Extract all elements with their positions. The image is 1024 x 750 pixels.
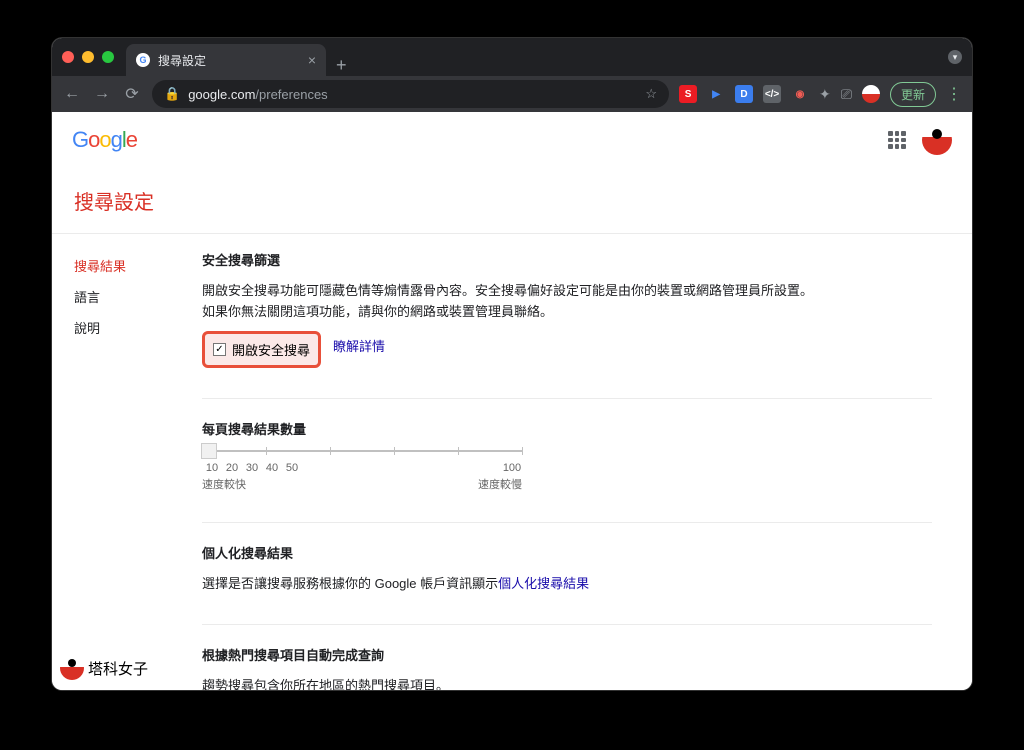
content-area: 搜尋結果 語言 說明 安全搜尋篩選 開啟安全搜尋功能可隱藏色情等煽情露骨內容。安… bbox=[52, 234, 972, 690]
google-header: Google bbox=[52, 112, 972, 168]
tab-bar: G 搜尋設定 × + ▾ bbox=[52, 38, 972, 76]
results-per-page-heading: 每頁搜尋結果數量 bbox=[202, 419, 932, 438]
address-bar: ← → ⟳ 🔒 google.com/preferences ☆ S ▶ D <… bbox=[52, 76, 972, 112]
safesearch-learn-more-link[interactable]: 瞭解詳情 bbox=[333, 336, 385, 355]
sidebar-item-help[interactable]: 說明 bbox=[74, 312, 202, 343]
star-icon[interactable]: ☆ bbox=[645, 86, 657, 102]
ext-icon-s[interactable]: S bbox=[679, 85, 697, 103]
new-tab-button[interactable]: + bbox=[336, 55, 347, 76]
personal-heading: 個人化搜尋結果 bbox=[202, 543, 932, 562]
safesearch-desc2: 如果你無法關閉這項功能，請與你的網路或裝置管理員聯絡。 bbox=[202, 302, 932, 323]
window-controls bbox=[62, 51, 114, 63]
profile-avatar-small[interactable] bbox=[862, 85, 880, 103]
divider bbox=[202, 398, 932, 399]
forward-button[interactable]: → bbox=[92, 85, 112, 103]
safesearch-highlight: ✓ 開啟安全搜尋 bbox=[202, 331, 321, 368]
sidebar: 搜尋結果 語言 說明 bbox=[52, 250, 202, 690]
tab-favicon: G bbox=[136, 53, 150, 67]
extension-icons: S ▶ D </> ◉ ✦ ⎚ 更新 ⋮ bbox=[679, 82, 962, 107]
ext-icon-d[interactable]: D bbox=[735, 85, 753, 103]
close-tab-icon[interactable]: × bbox=[308, 52, 316, 68]
update-button[interactable]: 更新 bbox=[890, 82, 936, 107]
ext-icon-code[interactable]: </> bbox=[763, 85, 781, 103]
url-path: /preferences bbox=[255, 87, 327, 102]
slider-speed-labels: 速度較快 速度較慢 bbox=[202, 476, 522, 492]
tab-list-dropdown[interactable]: ▾ bbox=[948, 50, 962, 64]
autocomplete-desc: 趨勢搜尋包含你所在地區的熱門搜尋項目。 bbox=[202, 676, 932, 690]
page-title: 搜尋設定 bbox=[52, 168, 972, 233]
safesearch-checkbox-label: 開啟安全搜尋 bbox=[232, 340, 310, 359]
main-settings: 安全搜尋篩選 開啟安全搜尋功能可隱藏色情等煽情露骨內容。安全搜尋偏好設定可能是由… bbox=[202, 250, 972, 690]
browser-window: G 搜尋設定 × + ▾ ← → ⟳ 🔒 google.com/preferen… bbox=[52, 38, 972, 690]
ext-icon-play[interactable]: ▶ bbox=[707, 85, 725, 103]
cast-icon[interactable]: ⎚ bbox=[841, 86, 852, 103]
sidebar-item-language[interactable]: 語言 bbox=[74, 281, 202, 312]
personal-results-section: 個人化搜尋結果 選擇是否讓搜尋服務根據你的 Google 帳戶資訊顯示個人化搜尋… bbox=[202, 543, 932, 595]
reload-button[interactable]: ⟳ bbox=[122, 84, 142, 104]
divider bbox=[202, 522, 932, 523]
back-button[interactable]: ← bbox=[62, 85, 82, 103]
sidebar-item-results[interactable]: 搜尋結果 bbox=[74, 250, 202, 281]
browser-menu-icon[interactable]: ⋮ bbox=[946, 84, 962, 104]
page-content: Google 搜尋設定 搜尋結果 語言 說明 安全搜尋篩選 開啟安全搜尋功能可隱… bbox=[52, 112, 972, 690]
watermark-avatar bbox=[60, 656, 84, 680]
slider-value-labels: 10 20 30 40 50 100 bbox=[202, 462, 522, 474]
browser-tab[interactable]: G 搜尋設定 × bbox=[126, 44, 326, 76]
url-domain: google.com bbox=[188, 87, 255, 102]
safesearch-section: 安全搜尋篩選 開啟安全搜尋功能可隱藏色情等煽情露骨內容。安全搜尋偏好設定可能是由… bbox=[202, 250, 932, 368]
extensions-puzzle-icon[interactable]: ✦ bbox=[819, 86, 831, 103]
safesearch-checkbox[interactable]: ✓ bbox=[213, 343, 226, 356]
autocomplete-heading: 根據熱門搜尋項目自動完成查詢 bbox=[202, 645, 932, 664]
ext-icon-shield[interactable]: ◉ bbox=[791, 85, 809, 103]
tabs-container: G 搜尋設定 × + bbox=[126, 38, 948, 76]
minimize-window-button[interactable] bbox=[82, 51, 94, 63]
account-avatar[interactable] bbox=[922, 125, 952, 155]
personal-results-link[interactable]: 個人化搜尋結果 bbox=[498, 576, 589, 591]
personal-desc: 選擇是否讓搜尋服務根據你的 Google 帳戶資訊顯示個人化搜尋結果 bbox=[202, 574, 932, 595]
maximize-window-button[interactable] bbox=[102, 51, 114, 63]
safesearch-heading: 安全搜尋篩選 bbox=[202, 250, 932, 269]
divider bbox=[202, 624, 932, 625]
lock-icon: 🔒 bbox=[164, 86, 180, 102]
watermark-text: 塔科女子 bbox=[88, 658, 148, 679]
results-per-page-section: 每頁搜尋結果數量 10 20 bbox=[202, 419, 932, 492]
google-apps-icon[interactable] bbox=[888, 131, 906, 149]
url-field[interactable]: 🔒 google.com/preferences ☆ bbox=[152, 80, 669, 108]
close-window-button[interactable] bbox=[62, 51, 74, 63]
autocomplete-section: 根據熱門搜尋項目自動完成查詢 趨勢搜尋包含你所在地區的熱門搜尋項目。 顯示熱門搜… bbox=[202, 645, 932, 690]
tab-title: 搜尋設定 bbox=[158, 52, 300, 69]
google-logo[interactable]: Google bbox=[72, 127, 137, 153]
watermark: 塔科女子 bbox=[60, 656, 148, 680]
results-slider[interactable]: 10 20 30 40 50 100 速度較快 速度較慢 bbox=[202, 450, 522, 492]
safesearch-desc1: 開啟安全搜尋功能可隱藏色情等煽情露骨內容。安全搜尋偏好設定可能是由你的裝置或網路… bbox=[202, 281, 932, 302]
slider-handle[interactable] bbox=[201, 443, 217, 459]
